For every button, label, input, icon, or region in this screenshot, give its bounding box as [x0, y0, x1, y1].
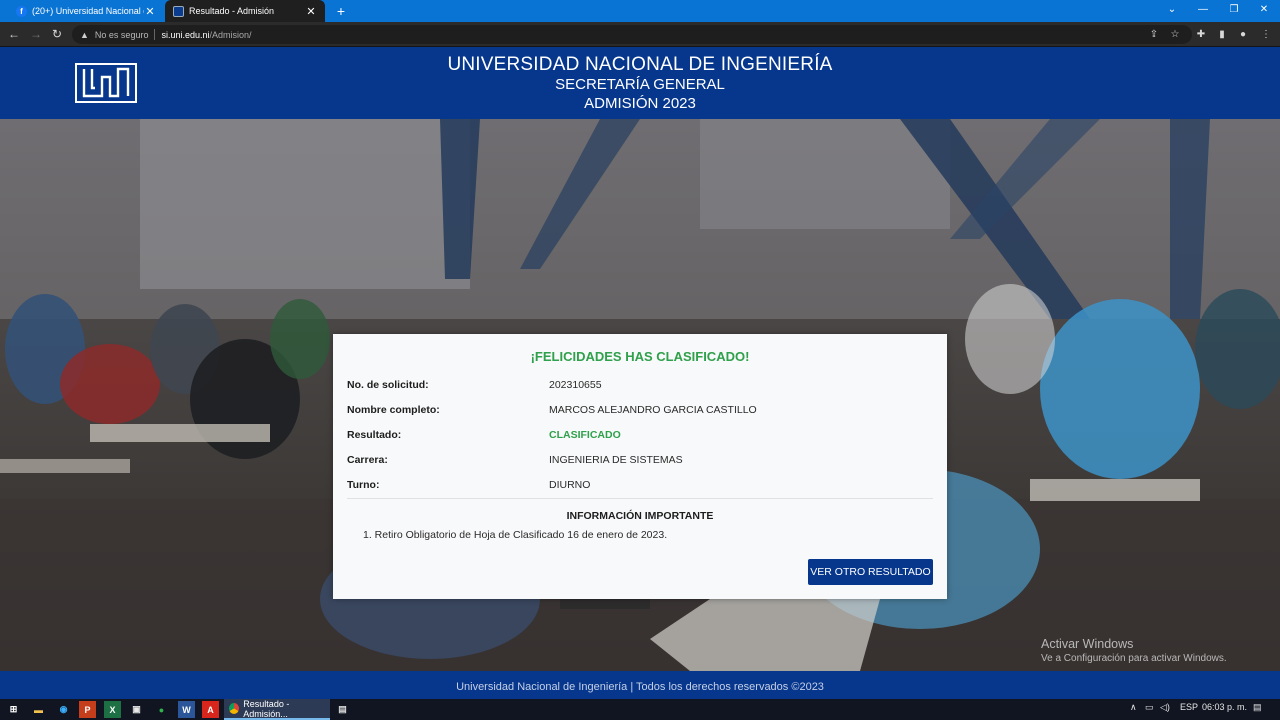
- store-icon[interactable]: ▣: [128, 701, 145, 718]
- info-item: 1. Retiro Obligatorio de Hoja de Clasifi…: [363, 529, 668, 541]
- acrobat-icon[interactable]: A: [202, 701, 219, 718]
- share-icon[interactable]: ⇪: [1146, 26, 1162, 43]
- department-title: SECRETARÍA GENERAL: [555, 76, 725, 93]
- watermark-subtitle: Ve a Configuración para activar Windows.: [1041, 653, 1227, 664]
- address-divider: [154, 29, 156, 40]
- site-footer: Universidad Nacional de Ingeniería | Tod…: [0, 671, 1280, 699]
- url-path: /Admision/: [209, 29, 252, 40]
- result-headline: ¡FELICIDADES HAS CLASIFICADO!: [530, 349, 750, 364]
- tab-search-icon[interactable]: ⌄: [1157, 0, 1187, 22]
- minimize-icon[interactable]: —: [1188, 0, 1218, 22]
- card-divider: [347, 498, 933, 499]
- facebook-icon: f: [16, 5, 27, 17]
- uni-icon: [173, 5, 184, 17]
- bookmark-star-icon[interactable]: ☆: [1167, 26, 1183, 43]
- address-bar[interactable]: ▲ No es seguro si.uni.edu.ni /Admision/: [72, 25, 1192, 44]
- page: UNIVERSIDAD NACIONAL DE INGENIERÍA SECRE…: [0, 47, 1280, 699]
- volume-icon[interactable]: ◁): [1160, 702, 1170, 713]
- close-window-icon[interactable]: ✕: [1249, 0, 1279, 22]
- program-title: ADMISIÓN 2023: [584, 95, 696, 112]
- field-label: Carrera:: [347, 454, 388, 466]
- header-titles: UNIVERSIDAD NACIONAL DE INGENIERÍA SECRE…: [340, 54, 940, 113]
- site-header: UNIVERSIDAD NACIONAL DE INGENIERÍA SECRE…: [0, 47, 1280, 119]
- status-value: CLASIFICADO: [549, 429, 621, 441]
- network-icon[interactable]: ▭: [1145, 702, 1154, 713]
- app-icon[interactable]: ●: [153, 701, 170, 718]
- field-label: Resultado:: [347, 429, 402, 441]
- security-label[interactable]: No es seguro: [95, 30, 149, 40]
- new-tab-button[interactable]: +: [333, 2, 349, 20]
- clock[interactable]: 06:03 p. m.: [1202, 702, 1247, 712]
- university-title: UNIVERSIDAD NACIONAL DE INGENIERÍA: [447, 54, 833, 75]
- chrome-icon: [229, 703, 240, 714]
- url-host: si.uni.edu.ni: [161, 29, 210, 40]
- reload-icon[interactable]: ↻: [48, 26, 66, 43]
- uni-logo-icon: [75, 63, 137, 103]
- word-icon[interactable]: W: [178, 701, 195, 718]
- field-label: Nombre completo:: [347, 404, 440, 416]
- windows-taskbar: ⊞ ▬ ◉ P X ▣ ● W A Resultado - Admisión..…: [0, 699, 1280, 720]
- field-row-resultado: Resultado: CLASIFICADO: [347, 429, 933, 449]
- info-title: INFORMACIÓN IMPORTANTE: [566, 510, 714, 522]
- tab-facebook[interactable]: f (20+) Universidad Nacional de In ✕: [8, 0, 164, 22]
- notifications-icon[interactable]: ▤: [1253, 702, 1262, 713]
- browser-toolbar: ← → ↻ ▲ No es seguro si.uni.edu.ni /Admi…: [0, 22, 1280, 47]
- browser-tab-strip: f (20+) Universidad Nacional de In ✕ Res…: [0, 0, 1280, 22]
- field-value: INGENIERIA DE SISTEMAS: [549, 454, 683, 466]
- field-label: Turno:: [347, 479, 380, 491]
- notepad-icon[interactable]: ▤: [334, 701, 351, 718]
- extensions-icon[interactable]: ✚: [1193, 26, 1209, 43]
- field-row-nombre: Nombre completo: MARCOS ALEJANDRO GARCIA…: [347, 404, 933, 424]
- powerpoint-icon[interactable]: P: [79, 701, 96, 718]
- windows-activation-watermark: Activar Windows Ve a Configuración para …: [1041, 637, 1227, 664]
- field-row-solicitud: No. de solicitud: 202310655: [347, 379, 933, 399]
- tray-chevron-icon[interactable]: ∧: [1130, 702, 1137, 713]
- ver-otro-resultado-button[interactable]: VER OTRO RESULTADO: [808, 559, 933, 585]
- field-value: 202310655: [549, 379, 602, 391]
- restore-icon[interactable]: ❐: [1219, 0, 1249, 22]
- language-indicator[interactable]: ESP: [1180, 702, 1198, 712]
- tab-resultado[interactable]: Resultado - Admisión ✕: [165, 0, 325, 22]
- taskbar-chrome-window[interactable]: Resultado - Admisión...: [224, 699, 330, 720]
- taskbar-window-title: Resultado - Admisión...: [243, 698, 290, 719]
- field-row-carrera: Carrera: INGENIERIA DE SISTEMAS: [347, 454, 933, 474]
- field-row-turno: Turno: DIURNO: [347, 479, 933, 499]
- close-tab-icon[interactable]: ✕: [305, 5, 317, 18]
- side-panel-icon[interactable]: ▮: [1214, 26, 1230, 43]
- warning-icon[interactable]: ▲: [80, 30, 89, 40]
- field-value: MARCOS ALEJANDRO GARCIA CASTILLO: [549, 404, 757, 416]
- back-icon[interactable]: ←: [5, 26, 23, 43]
- forward-icon[interactable]: →: [27, 26, 45, 43]
- excel-icon[interactable]: X: [104, 701, 121, 718]
- windows-start-icon[interactable]: ⊞: [5, 701, 22, 718]
- field-label: No. de solicitud:: [347, 379, 429, 391]
- profile-avatar-icon[interactable]: ●: [1235, 26, 1251, 43]
- menu-icon[interactable]: ⋮: [1258, 26, 1274, 43]
- file-explorer-icon[interactable]: ▬: [30, 701, 47, 718]
- edge-icon[interactable]: ◉: [55, 701, 72, 718]
- tab-title: (20+) Universidad Nacional de In: [32, 6, 144, 16]
- field-value: DIURNO: [549, 479, 591, 491]
- watermark-title: Activar Windows: [1041, 637, 1134, 651]
- tab-title: Resultado - Admisión: [189, 6, 275, 16]
- hero-background-photo: ¡FELICIDADES HAS CLASIFICADO! No. de sol…: [0, 119, 1280, 671]
- close-tab-icon[interactable]: ✕: [144, 5, 156, 18]
- result-card: ¡FELICIDADES HAS CLASIFICADO! No. de sol…: [333, 334, 947, 599]
